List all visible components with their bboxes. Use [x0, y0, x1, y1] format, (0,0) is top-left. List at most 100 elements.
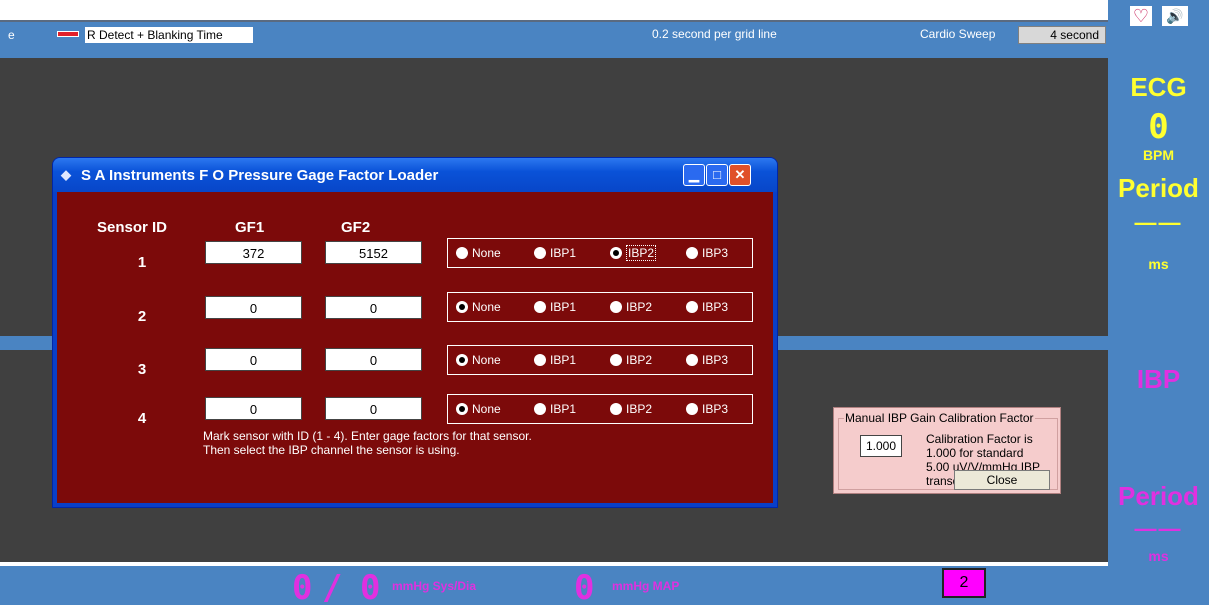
- sensor-id-2: 2: [137, 308, 147, 325]
- legend-swatch: [57, 31, 79, 37]
- pressure-readout-bar: 0 / 0 mmHg Sys/Dia 0 mmHg MAP 2: [0, 566, 1108, 605]
- radio-ibp2-1[interactable]: IBP2: [610, 245, 657, 261]
- radio-ibp3-2[interactable]: IBP3: [686, 300, 728, 314]
- radio-ibp3-1[interactable]: IBP3: [686, 246, 728, 260]
- dialog-body: Sensor ID GF1 GF2 1 372 5152 None IBP1 I…: [57, 192, 773, 503]
- speaker-icon[interactable]: 🔊: [1162, 6, 1188, 26]
- top-icon-area: ♡ 🔊: [1108, 0, 1209, 56]
- diastolic-value: 0: [360, 568, 381, 605]
- channel-radio-group-1: None IBP1 IBP2 IBP3: [447, 238, 753, 268]
- radio-label: IBP1: [550, 353, 577, 367]
- radio-dot: [686, 403, 698, 415]
- radio-label: IBP2: [626, 300, 653, 314]
- radio-none-2[interactable]: None: [456, 300, 501, 314]
- dialog-titlebar[interactable]: ◆ S A Instruments F O Pressure Gage Fact…: [53, 158, 777, 192]
- gf1-header: GF1: [235, 219, 265, 236]
- radio-none-3[interactable]: None: [456, 353, 501, 367]
- radio-label: None: [472, 300, 501, 314]
- truncated-label: e: [8, 28, 15, 42]
- radio-dot-selected: [610, 247, 622, 259]
- ibp-side-panel: IBP Period —— ms: [1108, 356, 1209, 605]
- radio-dot: [456, 247, 468, 259]
- radio-ibp1-1[interactable]: IBP1: [534, 246, 576, 260]
- radio-dot: [534, 247, 546, 259]
- radio-none-4[interactable]: None: [456, 402, 501, 416]
- radio-label: IBP3: [702, 246, 729, 260]
- gf2-input-3[interactable]: 0: [325, 348, 422, 371]
- gf2-input-2[interactable]: 0: [325, 296, 422, 319]
- sensor-id-4: 4: [137, 410, 147, 427]
- radio-ibp1-4[interactable]: IBP1: [534, 402, 576, 416]
- gf2-input-1[interactable]: 5152: [325, 241, 422, 264]
- radio-ibp2-4[interactable]: IBP2: [610, 402, 652, 416]
- dialog-title: S A Instruments F O Pressure Gage Factor…: [81, 167, 439, 184]
- radio-dot: [686, 301, 698, 313]
- maximize-button[interactable]: □: [706, 164, 728, 186]
- gf1-input-3[interactable]: 0: [205, 348, 302, 371]
- calibration-close-button[interactable]: Close: [954, 470, 1050, 490]
- radio-label: IBP2: [626, 402, 653, 416]
- sensor-id-1: 1: [137, 254, 147, 271]
- channel-radio-group-3: None IBP1 IBP2 IBP3: [447, 345, 753, 375]
- gf1-input-4[interactable]: 0: [205, 397, 302, 420]
- ecg-side-panel: ECG 0 BPM Period —— ms: [1108, 56, 1209, 356]
- app-icon: ◆: [61, 167, 71, 182]
- radio-label: IBP2: [626, 353, 653, 367]
- radio-label: None: [472, 353, 501, 367]
- radio-ibp2-3[interactable]: IBP2: [610, 353, 652, 367]
- ecg-period-label: Period: [1118, 173, 1199, 203]
- heart-icon[interactable]: ♡: [1130, 6, 1152, 26]
- radio-dot-selected: [456, 301, 468, 313]
- gf2-input-4[interactable]: 0: [325, 397, 422, 420]
- radio-ibp1-3[interactable]: IBP1: [534, 353, 576, 367]
- ecg-bpm-unit: BPM: [1142, 147, 1175, 163]
- gage-factor-dialog: ◆ S A Instruments F O Pressure Gage Fact…: [52, 157, 778, 508]
- radio-none-1[interactable]: None: [456, 246, 501, 260]
- radio-dot-selected: [456, 403, 468, 415]
- radio-ibp3-4[interactable]: IBP3: [686, 402, 728, 416]
- calibration-panel: Manual IBP Gain Calibration Factor 1.000…: [833, 407, 1061, 494]
- calibration-title: Manual IBP Gain Calibration Factor: [844, 411, 1035, 425]
- ecg-period-unit: ms: [1148, 256, 1169, 272]
- radio-label: IBP3: [702, 402, 729, 416]
- systolic-value: 0: [292, 568, 313, 605]
- radio-ibp2-2[interactable]: IBP2: [610, 300, 652, 314]
- minimize-button[interactable]: ▁: [683, 164, 705, 186]
- ibp-period-label: Period: [1118, 481, 1199, 511]
- header-divider: [0, 46, 1108, 58]
- ibp-period-value: ——: [1134, 516, 1183, 541]
- radio-label: None: [472, 402, 501, 416]
- close-icon[interactable]: ✕: [729, 164, 751, 186]
- channel-indicator[interactable]: 2: [942, 568, 986, 598]
- sweep-select[interactable]: 4 second: [1018, 26, 1106, 44]
- radio-dot: [686, 354, 698, 366]
- radio-ibp3-3[interactable]: IBP3: [686, 353, 728, 367]
- sys-dia-separator: /: [322, 568, 343, 605]
- radio-dot: [610, 301, 622, 313]
- radio-label: IBP1: [550, 300, 577, 314]
- instructions-line-2: Then select the IBP channel the sensor i…: [203, 443, 460, 457]
- ecg-period-value: ——: [1134, 210, 1183, 235]
- radio-dot: [610, 354, 622, 366]
- radio-dot: [534, 301, 546, 313]
- channel-radio-group-2: None IBP1 IBP2 IBP3: [447, 292, 753, 322]
- radio-label: IBP3: [702, 300, 729, 314]
- sensor-id-header: Sensor ID: [97, 219, 168, 236]
- radio-dot: [686, 247, 698, 259]
- calibration-desc-line-1: Calibration Factor is 1.000 for standard: [926, 432, 1033, 460]
- calibration-factor-input[interactable]: 1.000: [860, 435, 902, 457]
- gf1-input-1[interactable]: 372: [205, 241, 302, 264]
- legend-label: R Detect + Blanking Time: [85, 27, 253, 43]
- ibp-title: IBP: [1136, 364, 1181, 394]
- map-unit: mmHg MAP: [612, 579, 680, 593]
- radio-dot: [534, 403, 546, 415]
- gf1-input-2[interactable]: 0: [205, 296, 302, 319]
- radio-label: IBP2: [626, 245, 657, 261]
- map-value: 0: [574, 568, 595, 605]
- grid-scale-label: 0.2 second per grid line: [652, 27, 777, 41]
- sensor-id-3: 3: [137, 361, 147, 378]
- status-bar: e R Detect + Blanking Time 0.2 second pe…: [0, 20, 1108, 46]
- radio-ibp1-2[interactable]: IBP1: [534, 300, 576, 314]
- radio-label: IBP3: [702, 353, 729, 367]
- instructions-line-1: Mark sensor with ID (1 - 4). Enter gage …: [203, 429, 532, 443]
